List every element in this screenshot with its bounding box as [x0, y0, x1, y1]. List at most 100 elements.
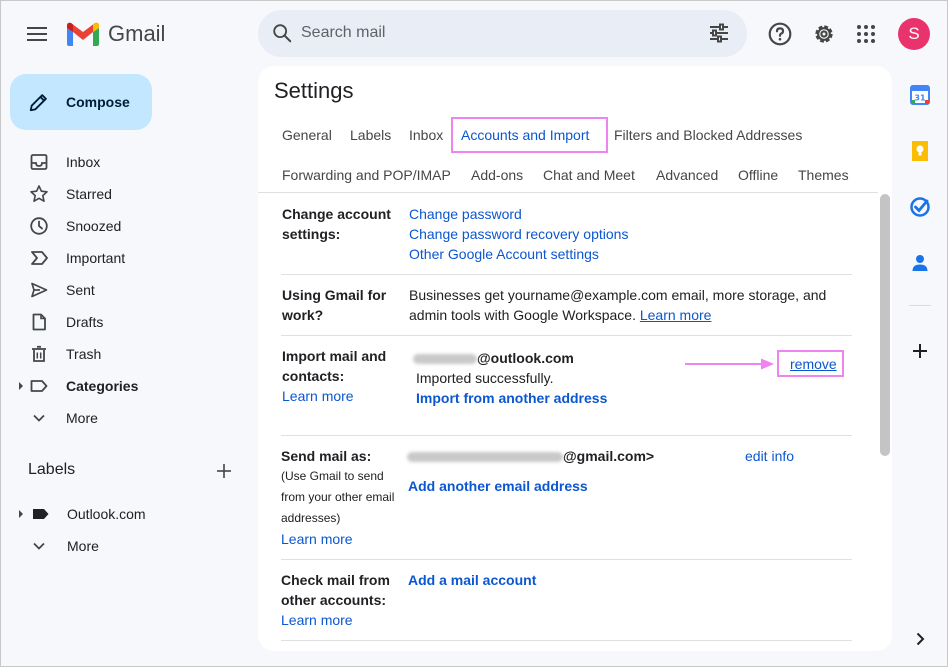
pencil-icon — [29, 94, 47, 112]
help-icon[interactable] — [767, 21, 793, 47]
gear-icon[interactable] — [811, 21, 837, 47]
tab-general[interactable]: General — [282, 127, 332, 143]
add-addon-icon[interactable] — [908, 339, 932, 363]
import-mail-label: Import mail and contacts: — [282, 348, 387, 384]
row-divider — [281, 640, 852, 641]
nav-item-label: Trash — [66, 346, 102, 362]
row-divider — [281, 274, 852, 275]
row-divider — [281, 335, 852, 336]
account-avatar[interactable]: S — [898, 18, 930, 50]
trash-icon — [32, 345, 46, 362]
active-tab-highlight — [451, 117, 608, 153]
workspace-learn-more-link[interactable]: Learn more — [640, 307, 712, 323]
change-account-label: Change account settings: — [282, 206, 391, 242]
remove-highlight-box — [777, 350, 844, 377]
nav-item-important[interactable]: Important — [1, 242, 251, 274]
redacted-name — [407, 452, 563, 463]
send-mail-as-label: Send mail as: — [281, 448, 372, 464]
nav-item-label: Starred — [66, 186, 112, 202]
import-learn-more-link[interactable]: Learn more — [282, 386, 354, 406]
nav-item-starred[interactable]: Starred — [1, 178, 251, 210]
add-label-icon[interactable] — [214, 461, 234, 481]
search-options-icon[interactable] — [707, 21, 731, 45]
chevron-right-icon[interactable] — [908, 627, 932, 651]
check-mail-learn-more-link[interactable]: Learn more — [281, 610, 353, 630]
gmail-logo-icon[interactable] — [65, 19, 101, 49]
annotation-arrow-icon — [685, 358, 774, 370]
expand-caret-icon[interactable] — [17, 509, 25, 519]
label-icon — [30, 380, 48, 392]
label-item-more[interactable]: More — [1, 530, 251, 562]
imported-account: @outlook.com — [413, 348, 574, 368]
nav-item-inbox[interactable]: Inbox — [1, 146, 251, 178]
nav-item-drafts[interactable]: Drafts — [1, 306, 251, 338]
nav-item-sent[interactable]: Sent — [1, 274, 251, 306]
nav-item-label: Sent — [66, 282, 95, 298]
app-name: Gmail — [108, 21, 166, 46]
nav-item-label: Important — [66, 250, 126, 266]
label-item-outlook[interactable]: Outlook.com — [1, 498, 251, 530]
nav-item-label: Drafts — [66, 314, 104, 330]
nav-item-more[interactable]: More — [1, 402, 251, 434]
search-icon[interactable] — [271, 22, 293, 44]
compose-button[interactable]: Compose — [10, 74, 152, 130]
tab-forwarding[interactable]: Forwarding and POP/IMAP — [282, 167, 451, 183]
chevron-down-icon — [33, 414, 45, 422]
row-divider — [281, 435, 852, 436]
nav-item-label: Snoozed — [66, 218, 122, 234]
recovery-options-link[interactable]: Change password recovery options — [409, 224, 628, 244]
import-status: Imported successfully. — [416, 370, 554, 386]
nav-item-categories[interactable]: Categories — [1, 370, 251, 402]
apps-grid-icon[interactable] — [854, 22, 878, 46]
important-icon — [31, 251, 48, 265]
contacts-icon[interactable] — [908, 251, 932, 275]
search-input[interactable] — [301, 21, 681, 45]
import-another-address-link[interactable]: Import from another address — [416, 390, 607, 406]
edit-info-link[interactable]: edit info — [745, 446, 794, 466]
nav-item-label: More — [66, 410, 98, 426]
gmail-for-work-label: Using Gmail for work? — [282, 287, 387, 323]
change-password-link[interactable]: Change password — [409, 204, 522, 224]
page-title: Settings — [274, 78, 354, 103]
send-as-address: @gmail.com> — [407, 446, 654, 466]
chevron-down-icon — [33, 542, 45, 550]
row-divider — [281, 559, 852, 560]
nav-item-snoozed[interactable]: Snoozed — [1, 210, 251, 242]
google-account-settings-link[interactable]: Other Google Account settings — [409, 244, 599, 264]
side-panel-divider — [909, 305, 931, 306]
svg-text:31: 31 — [914, 94, 926, 103]
tab-inbox[interactable]: Inbox — [409, 127, 443, 143]
tab-add-ons[interactable]: Add-ons — [471, 167, 523, 183]
keep-icon[interactable] — [908, 139, 932, 163]
tab-advanced[interactable]: Advanced — [656, 167, 718, 183]
nav-item-label: Inbox — [66, 154, 101, 170]
star-icon — [30, 185, 48, 202]
tasks-icon[interactable] — [908, 195, 932, 219]
calendar-icon[interactable]: 31 — [908, 83, 932, 107]
send-icon — [31, 282, 48, 298]
tab-filters[interactable]: Filters and Blocked Addresses — [614, 127, 802, 143]
clock-icon — [30, 217, 48, 235]
tab-labels[interactable]: Labels — [350, 127, 391, 143]
scrollbar-thumb[interactable] — [880, 194, 890, 456]
inbox-icon — [30, 154, 48, 170]
tab-chat-and-meet[interactable]: Chat and Meet — [543, 167, 635, 183]
send-as-learn-more-link[interactable]: Learn more — [281, 529, 353, 549]
add-mail-account-link[interactable]: Add a mail account — [408, 572, 536, 588]
labels-heading: Labels — [28, 461, 76, 478]
label-item-label: Outlook.com — [67, 506, 146, 522]
workspace-promo-text: Businesses get yourname@example.com emai… — [409, 287, 827, 323]
label-item-label: More — [67, 538, 99, 554]
check-mail-label: Check mail from other accounts: — [281, 572, 390, 608]
add-email-address-link[interactable]: Add another email address — [408, 478, 588, 494]
tab-offline[interactable]: Offline — [738, 167, 778, 183]
send-mail-as-description: (Use Gmail to send from your other email… — [281, 469, 395, 525]
expand-caret-icon[interactable] — [17, 381, 25, 391]
tab-themes[interactable]: Themes — [798, 167, 849, 183]
nav-item-label: Categories — [66, 378, 139, 394]
tabs-divider — [258, 192, 878, 193]
main-menu-button[interactable] — [25, 23, 49, 45]
nav-item-trash[interactable]: Trash — [1, 338, 251, 370]
redacted-username — [413, 354, 477, 365]
label-icon — [33, 509, 49, 519]
